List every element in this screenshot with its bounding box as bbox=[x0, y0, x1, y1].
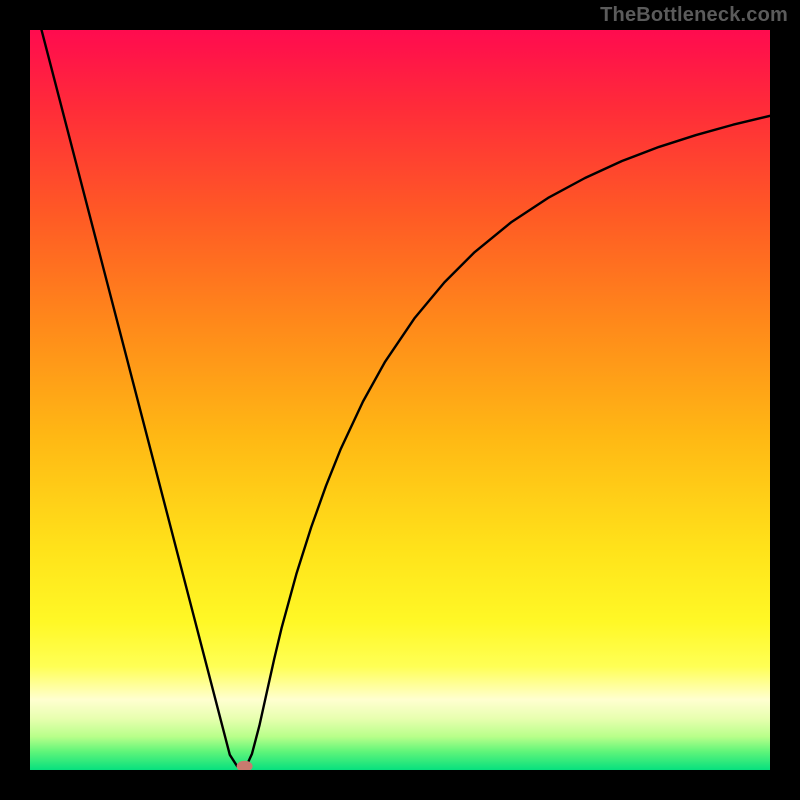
plot-area bbox=[30, 30, 770, 770]
watermark-text: TheBottleneck.com bbox=[600, 4, 788, 27]
gradient-background bbox=[30, 30, 770, 770]
bottleneck-chart bbox=[30, 30, 770, 770]
chart-frame: TheBottleneck.com bbox=[0, 0, 800, 800]
